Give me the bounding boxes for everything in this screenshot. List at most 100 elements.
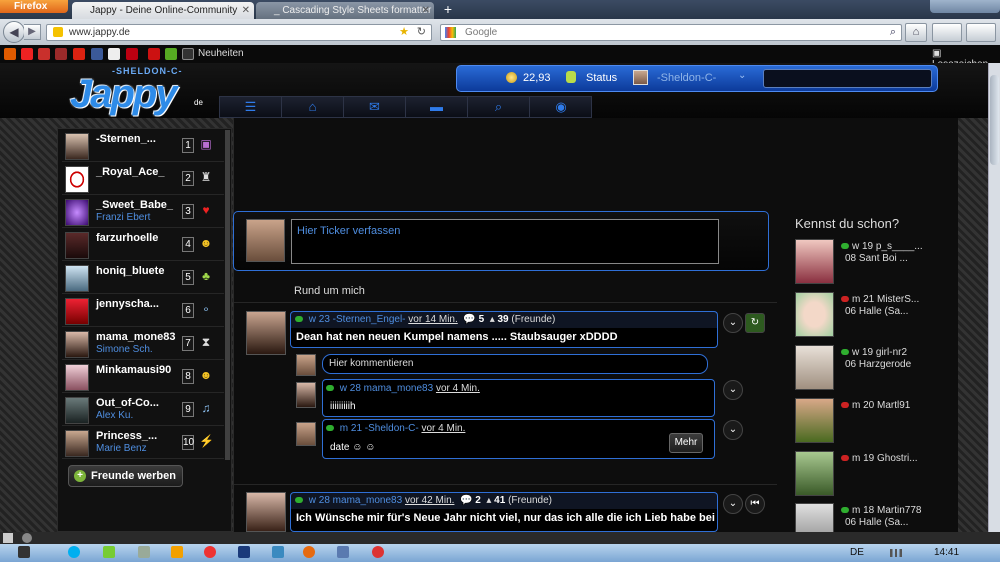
friends-scrollbar[interactable] bbox=[225, 130, 230, 460]
like-icon[interactable]: ▴ bbox=[486, 495, 491, 506]
suggestion-item[interactable]: m 20 Martl91 bbox=[795, 398, 955, 444]
suggestion-title[interactable]: w 19 p_s____... bbox=[841, 241, 923, 252]
avatar[interactable] bbox=[65, 298, 89, 325]
scrollbar-thumb[interactable] bbox=[990, 75, 999, 165]
chevron-down-icon[interactable]: ⌄ bbox=[723, 420, 743, 440]
bookmark-icon[interactable] bbox=[4, 48, 16, 60]
firefox-menu-button[interactable]: Firefox bbox=[0, 0, 68, 13]
friend-name[interactable]: farzurhoelle bbox=[96, 232, 158, 244]
comments-icon[interactable]: 💬 bbox=[460, 495, 472, 506]
skype-icon[interactable] bbox=[68, 546, 80, 558]
rss-icon[interactable] bbox=[182, 48, 194, 60]
bookmark-neuheiten[interactable]: Neuheiten bbox=[198, 48, 244, 59]
list-item[interactable]: mama_mone83 Simone Sch. 7 ⧗ bbox=[62, 328, 224, 360]
avatar[interactable] bbox=[795, 239, 834, 284]
media-icon[interactable] bbox=[171, 546, 183, 558]
facebook-icon[interactable] bbox=[91, 48, 103, 60]
list-item[interactable]: honiq_bluete 5 ♣ bbox=[62, 262, 224, 294]
list-item[interactable]: jennyscha... 6 ∘ bbox=[62, 295, 224, 327]
taskbar-clock[interactable]: 14:41 bbox=[934, 547, 959, 558]
list-item[interactable]: -Sternen_... 1 ▣ bbox=[62, 130, 224, 162]
avatar[interactable] bbox=[795, 398, 834, 443]
mail-icon[interactable]: ✉ bbox=[344, 96, 406, 118]
search-icon[interactable]: ⌕ bbox=[890, 25, 896, 40]
addon-icon[interactable] bbox=[22, 533, 32, 543]
signal-icon[interactable] bbox=[890, 549, 902, 557]
suggestion-item[interactable]: m 18 Martin778 06 Halle (Sa... bbox=[795, 503, 955, 532]
post-author[interactable]: w 23 -Sternen_Engel- bbox=[309, 314, 406, 325]
camera-icon[interactable]: ◉ bbox=[530, 96, 592, 118]
bookmark-icon[interactable] bbox=[126, 48, 138, 60]
comment-input[interactable]: Hier kommentieren bbox=[322, 354, 708, 374]
avatar[interactable] bbox=[296, 422, 316, 446]
folder-icon[interactable]: ▬ bbox=[406, 96, 468, 118]
bookmark-icon[interactable] bbox=[165, 48, 177, 60]
suggestion-item[interactable]: m 19 Ghostri... bbox=[795, 451, 955, 497]
friend-name[interactable]: Princess_... bbox=[96, 430, 157, 442]
suggestion-title[interactable]: m 20 Martl91 bbox=[841, 400, 910, 411]
like-icon[interactable]: ▴ bbox=[490, 314, 495, 325]
photoshop-icon[interactable] bbox=[238, 546, 250, 558]
ticker-input[interactable]: Hier Ticker verfassen bbox=[291, 219, 719, 264]
app-icon[interactable] bbox=[204, 546, 216, 558]
list-item[interactable]: Minkamausi90 8 ☻ bbox=[62, 361, 224, 393]
avatar[interactable] bbox=[795, 451, 834, 496]
invite-friends-button[interactable]: + Freunde werben bbox=[68, 465, 183, 487]
comment-author[interactable]: m 21 -Sheldon-C- bbox=[340, 423, 419, 434]
toolbar-extension-button[interactable] bbox=[966, 23, 996, 42]
suggestion-title[interactable]: m 18 Martin778 bbox=[841, 505, 921, 516]
suggestion-item[interactable]: w 19 girl-nr2 06 Harzgerode bbox=[795, 345, 955, 391]
friend-name[interactable]: jennyscha... bbox=[96, 298, 159, 310]
avatar[interactable] bbox=[633, 70, 648, 85]
skip-back-icon[interactable]: ⏮ bbox=[745, 494, 765, 514]
forward-button[interactable]: ▶ bbox=[24, 24, 41, 40]
list-icon[interactable]: ☰ bbox=[220, 96, 282, 118]
app-icon[interactable] bbox=[337, 546, 349, 558]
bookmark-icon[interactable] bbox=[73, 48, 85, 60]
friend-name[interactable]: Minkamausi90 bbox=[96, 364, 171, 376]
language-indicator[interactable]: DE bbox=[850, 547, 864, 558]
search-bar[interactable]: Google ⌕ bbox=[440, 24, 902, 41]
avatar[interactable] bbox=[65, 364, 89, 391]
browser-tab-jappy[interactable]: Jappy - Deine Online-Community ✕ bbox=[72, 2, 254, 19]
status-link[interactable]: Status bbox=[586, 72, 617, 84]
app-icon[interactable] bbox=[272, 546, 284, 558]
bookmark-icon[interactable] bbox=[108, 48, 120, 60]
list-item[interactable]: farzurhoelle 4 ☻ bbox=[62, 229, 224, 261]
status-icon[interactable] bbox=[3, 533, 13, 543]
suggestion-title[interactable]: m 21 MisterS... bbox=[841, 294, 919, 305]
username-link[interactable]: -Sheldon-C- bbox=[657, 72, 716, 84]
friend-name[interactable]: _Royal_Ace_ bbox=[96, 166, 165, 178]
home-button[interactable]: ⌂ bbox=[905, 23, 927, 42]
avatar[interactable] bbox=[296, 382, 316, 408]
comments-icon[interactable]: 💬 bbox=[463, 314, 475, 325]
top-search-input[interactable] bbox=[763, 69, 932, 88]
avatar[interactable] bbox=[65, 430, 89, 457]
reload-icon[interactable]: ↻ bbox=[417, 25, 426, 40]
chevron-down-icon[interactable]: ⌄ bbox=[738, 70, 746, 81]
avatar[interactable] bbox=[795, 345, 834, 390]
app-icon[interactable] bbox=[372, 546, 384, 558]
list-item[interactable]: _Royal_Ace_ 2 ♜ bbox=[62, 163, 224, 195]
browser-tab-css[interactable]: _ Cascading Style Sheets formatter / ...… bbox=[256, 2, 434, 19]
post-time[interactable]: vor 14 Min. bbox=[408, 314, 457, 325]
list-item[interactable]: Princess_... Marie Benz 10 ⚡ bbox=[62, 427, 224, 459]
close-tab-icon[interactable]: ✕ bbox=[242, 2, 250, 19]
home-icon[interactable]: ⌂ bbox=[282, 96, 344, 118]
back-button[interactable]: ◀ bbox=[3, 21, 25, 43]
suggestion-title[interactable]: m 19 Ghostri... bbox=[841, 453, 918, 464]
search-icon[interactable]: ⌕ bbox=[468, 96, 530, 118]
coin-balance[interactable]: 22,93 bbox=[523, 72, 551, 84]
avatar[interactable] bbox=[246, 311, 286, 355]
avatar[interactable] bbox=[795, 292, 834, 337]
window-controls[interactable] bbox=[930, 0, 1000, 13]
new-tab-button[interactable]: + bbox=[438, 2, 458, 18]
app-icon[interactable] bbox=[103, 546, 115, 558]
post-author[interactable]: w 28 mama_mone83 bbox=[309, 495, 402, 506]
apple-icon[interactable] bbox=[18, 546, 30, 558]
firefox-icon[interactable] bbox=[303, 546, 315, 558]
list-item[interactable]: Out_of-Co... Alex Ku. 9 ♫ bbox=[62, 394, 224, 426]
avatar[interactable] bbox=[65, 166, 89, 193]
chevron-down-icon[interactable]: ⌄ bbox=[723, 380, 743, 400]
avatar[interactable] bbox=[65, 397, 89, 424]
